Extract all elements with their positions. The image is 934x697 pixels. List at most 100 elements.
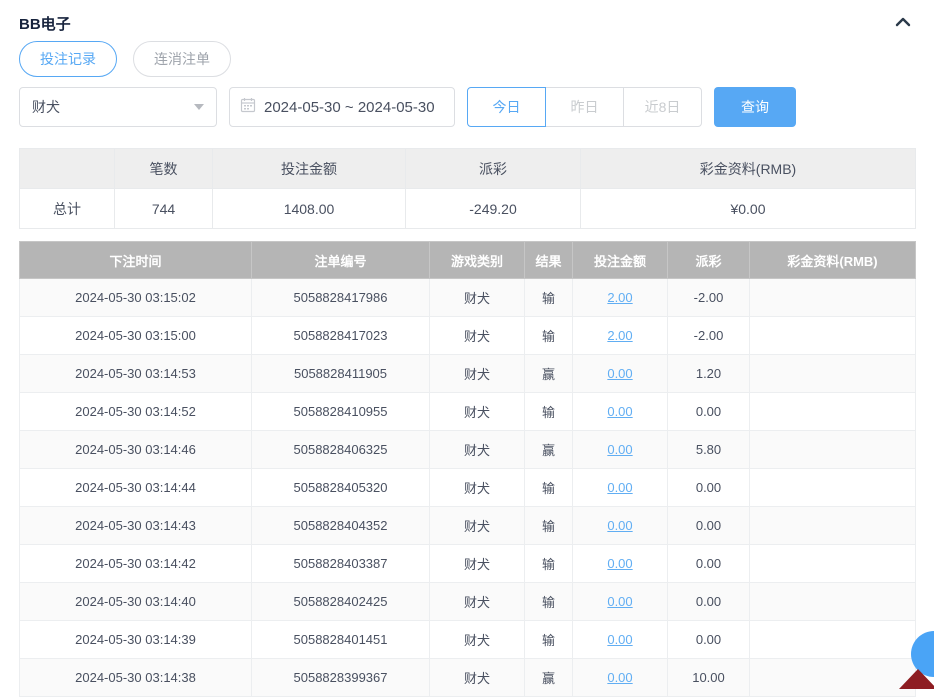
bet-amount-link[interactable]: 0.00 bbox=[607, 632, 632, 647]
filter-bar: 财犬 2024-05-30 ~ 2024-05-30 今日 昨日 近8日 查询 bbox=[19, 87, 915, 127]
payout-cell: -2.00 bbox=[667, 316, 750, 355]
date-range-input[interactable]: 2024-05-30 ~ 2024-05-30 bbox=[229, 87, 455, 127]
collapse-panel-button[interactable] bbox=[891, 11, 915, 35]
order-id-cell: 5058828405320 bbox=[251, 468, 430, 507]
payout-cell: 0.00 bbox=[667, 506, 750, 545]
payout-cell: 0.00 bbox=[667, 544, 750, 583]
bet-amount-link: 0.00 bbox=[572, 392, 668, 431]
table-row: 2024-05-30 03:14:46 5058828406325 财犬赢 0.00 5… bbox=[19, 430, 916, 469]
query-button[interactable]: 查询 bbox=[714, 87, 796, 127]
table-row: 2024-05-30 03:14:52 5058828410955 财犬输 0.00 0… bbox=[19, 392, 916, 431]
game-type-cell: 财犬 bbox=[429, 392, 525, 431]
bet-amount-link: 0.00 bbox=[572, 658, 668, 697]
result-cell: 输 bbox=[524, 620, 573, 659]
result-cell: 输 bbox=[524, 506, 573, 545]
game-type-cell: 财犬 bbox=[429, 468, 525, 507]
summary-header-cell: 派彩 bbox=[405, 148, 581, 189]
record-type-tabs: 投注记录 连消注单 bbox=[19, 41, 915, 77]
bet-amount-link[interactable]: 0.00 bbox=[607, 670, 632, 685]
order-id-cell: 5058828417986 bbox=[251, 278, 430, 317]
payout-cell: 5.80 bbox=[667, 430, 750, 469]
result-cell: 输 bbox=[524, 392, 573, 431]
payout-cell: 0.00 bbox=[667, 392, 750, 431]
floating-corner-icon[interactable] bbox=[899, 669, 934, 689]
summary-header-cell bbox=[19, 148, 115, 189]
tab-bet-records[interactable]: 投注记录 bbox=[19, 41, 117, 77]
table-row: 2024-05-30 03:14:38 5058828399367 财犬赢 0.00 1… bbox=[19, 658, 916, 697]
table-row: 2024-05-30 03:14:40 5058828402425 财犬输 0.00 0… bbox=[19, 582, 916, 621]
calendar-icon bbox=[240, 97, 256, 117]
time-cell: 2024-05-30 03:14:53 bbox=[19, 354, 252, 393]
records-header-cell: 投注金额 bbox=[572, 241, 668, 279]
bet-amount-link[interactable]: 2.00 bbox=[607, 290, 632, 305]
result-cell: 输 bbox=[524, 544, 573, 583]
panel: BB电子 投注记录 连消注单 财犬 2024-05-30 ~ 2024-05-3… bbox=[0, 0, 934, 697]
bonus-cell bbox=[749, 278, 916, 317]
records-header-cell: 彩金资料(RMB) bbox=[749, 241, 916, 279]
records-table: 下注时间 注单编号 游戏类别 结果 投注金额 派彩 彩金资料(RMB) 2024-05-30… bbox=[19, 241, 916, 697]
summary-count: 744 bbox=[114, 188, 213, 229]
order-id-cell: 5058828402425 bbox=[251, 582, 430, 621]
time-cell: 2024-05-30 03:14:43 bbox=[19, 506, 252, 545]
time-cell: 2024-05-30 03:14:46 bbox=[19, 430, 252, 469]
summary-header-cell: 笔数 bbox=[114, 148, 213, 189]
summary-row-label: 总计 bbox=[19, 188, 115, 229]
quick-range-group: 今日 昨日 近8日 bbox=[467, 87, 702, 127]
records-header-cell: 结果 bbox=[524, 241, 573, 279]
payout-cell: 1.20 bbox=[667, 354, 750, 393]
game-type-cell: 财犬 bbox=[429, 544, 525, 583]
quick-range-button-1[interactable]: 昨日 bbox=[545, 87, 624, 127]
tab-cancelled-orders[interactable]: 连消注单 bbox=[133, 41, 231, 77]
summary-table: 笔数 投注金额 派彩 彩金资料(RMB) 总计 744 1408.00 -249.20… bbox=[19, 148, 916, 229]
result-cell: 输 bbox=[524, 278, 573, 317]
records-header-row: 下注时间 注单编号 游戏类别 结果 投注金额 派彩 彩金资料(RMB) bbox=[19, 241, 916, 279]
bonus-cell bbox=[749, 544, 916, 583]
game-select[interactable]: 财犬 bbox=[19, 87, 217, 127]
table-row: 2024-05-30 03:14:43 5058828404352 财犬输 0.00 0… bbox=[19, 506, 916, 545]
payout-cell: -2.00 bbox=[667, 278, 750, 317]
result-cell: 赢 bbox=[524, 430, 573, 469]
bet-amount-link: 0.00 bbox=[572, 620, 668, 659]
order-id-cell: 5058828417023 bbox=[251, 316, 430, 355]
bet-amount-link: 0.00 bbox=[572, 506, 668, 545]
game-type-cell: 财犬 bbox=[429, 316, 525, 355]
game-type-cell: 财犬 bbox=[429, 658, 525, 697]
payout-cell: 0.00 bbox=[667, 468, 750, 507]
records-header-cell: 下注时间 bbox=[19, 241, 252, 279]
table-row: 2024-05-30 03:15:00 5058828417023 财犬输 2.00 -… bbox=[19, 316, 916, 355]
bonus-cell bbox=[749, 316, 916, 355]
game-type-cell: 财犬 bbox=[429, 506, 525, 545]
order-id-cell: 5058828403387 bbox=[251, 544, 430, 583]
bet-amount-link[interactable]: 0.00 bbox=[607, 594, 632, 609]
bet-amount-link[interactable]: 0.00 bbox=[607, 480, 632, 495]
summary-payout: -249.20 bbox=[405, 188, 581, 229]
bet-amount-link: 0.00 bbox=[572, 354, 668, 393]
panel-header: BB电子 bbox=[19, 0, 915, 34]
bet-amount-link[interactable]: 0.00 bbox=[607, 442, 632, 457]
quick-range-button-0[interactable]: 今日 bbox=[467, 87, 546, 127]
result-cell: 赢 bbox=[524, 658, 573, 697]
bonus-cell bbox=[749, 354, 916, 393]
table-row: 2024-05-30 03:14:39 5058828401451 财犬输 0.00 0… bbox=[19, 620, 916, 659]
game-type-cell: 财犬 bbox=[429, 278, 525, 317]
bet-amount-link[interactable]: 0.00 bbox=[607, 556, 632, 571]
bet-amount-link[interactable]: 0.00 bbox=[607, 404, 632, 419]
records-table-body: 2024-05-30 03:15:02 5058828417986 财犬输 2.00-… bbox=[19, 278, 916, 697]
bet-amount-link[interactable]: 0.00 bbox=[607, 366, 632, 381]
table-row: 2024-05-30 03:15:02 5058828417986 财犬输 2.00 -… bbox=[19, 278, 916, 317]
summary-header-row: 笔数 投注金额 派彩 彩金资料(RMB) bbox=[19, 148, 916, 189]
bonus-cell bbox=[749, 620, 916, 659]
quick-range-button-2[interactable]: 近8日 bbox=[623, 87, 702, 127]
time-cell: 2024-05-30 03:14:38 bbox=[19, 658, 252, 697]
payout-cell: 0.00 bbox=[667, 582, 750, 621]
table-row: 2024-05-30 03:14:44 5058828405320 财犬输 0.00 0… bbox=[19, 468, 916, 507]
bet-amount-link[interactable]: 2.00 bbox=[607, 328, 632, 343]
payout-cell: 10.00 bbox=[667, 658, 750, 697]
bet-amount-link[interactable]: 0.00 bbox=[607, 518, 632, 533]
summary-bet-amount: 1408.00 bbox=[212, 188, 406, 229]
order-id-cell: 5058828410955 bbox=[251, 392, 430, 431]
game-type-cell: 财犬 bbox=[429, 354, 525, 393]
game-select-value: 财犬 bbox=[32, 99, 60, 115]
game-type-cell: 财犬 bbox=[429, 582, 525, 621]
caret-down-icon bbox=[194, 104, 204, 110]
